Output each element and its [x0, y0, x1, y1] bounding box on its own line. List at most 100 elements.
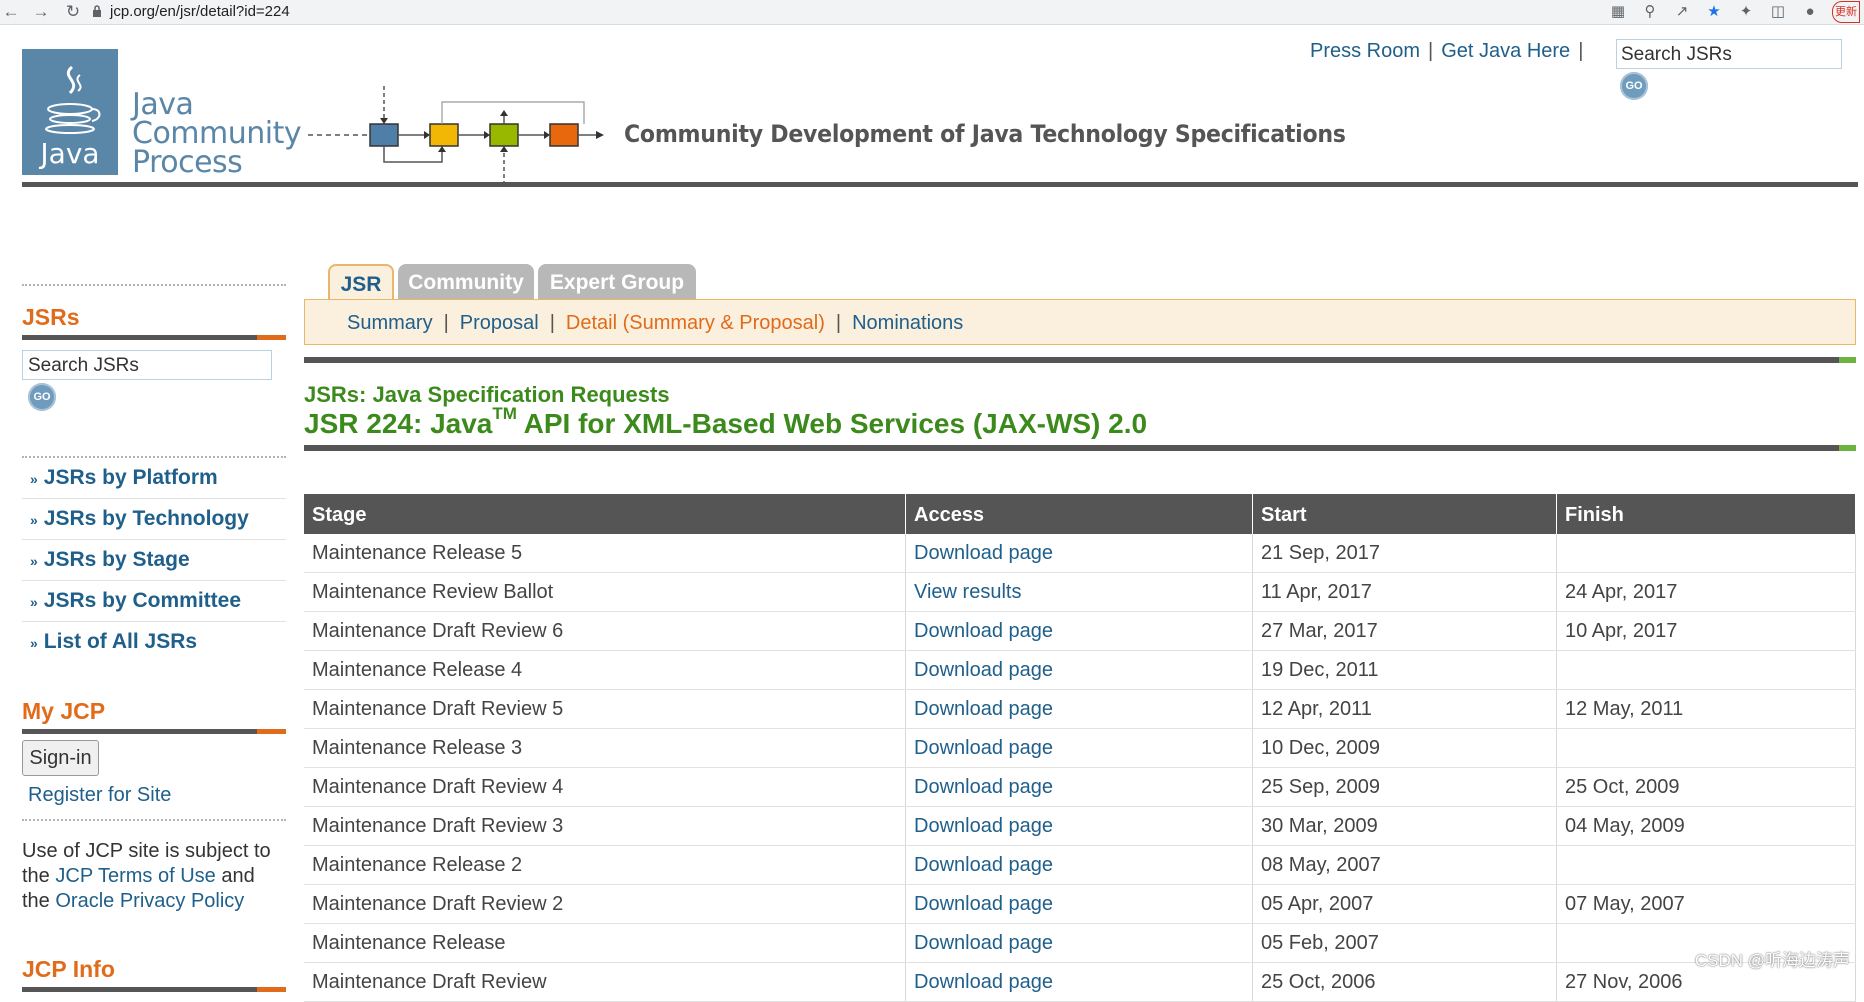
register-link[interactable]: Register for Site: [28, 784, 286, 807]
stage-cell: Maintenance Review Ballot: [304, 572, 906, 612]
nav-jsrs-by-platform[interactable]: » JSRs by Platform: [22, 458, 286, 499]
sidebar-go-button[interactable]: GO: [28, 383, 56, 411]
access-link[interactable]: Download page: [905, 923, 1253, 963]
start-cell: 10 Dec, 2009: [1252, 728, 1557, 768]
start-cell: 25 Oct, 2006: [1252, 962, 1557, 1002]
tab-community[interactable]: Community: [398, 264, 534, 300]
sidepanel-icon[interactable]: ◫: [1768, 2, 1788, 22]
browser-toolbar: ← → ↻ jcp.org/en/jsr/detail?id=224 ▦ ⚲ ↗…: [0, 0, 1864, 25]
double-chevron-icon: »: [30, 553, 38, 569]
subnav-summary[interactable]: Summary: [347, 312, 433, 334]
back-icon[interactable]: ←: [0, 1, 22, 23]
jsr-subnav: Summary | Proposal | Detail (Summary & Propo…: [304, 299, 1856, 345]
finish-cell: [1556, 650, 1856, 690]
access-link[interactable]: Download page: [905, 689, 1253, 729]
signin-button[interactable]: Sign-in: [22, 740, 99, 776]
profile-icon[interactable]: ●: [1800, 2, 1820, 22]
stage-cell: Maintenance Draft Review 6: [304, 611, 906, 651]
zoom-icon[interactable]: ⚲: [1640, 2, 1660, 22]
process-flow-diagram: [308, 86, 604, 182]
double-chevron-icon: »: [30, 635, 38, 651]
header-go-button[interactable]: GO: [1620, 72, 1648, 100]
access-link[interactable]: Download page: [905, 728, 1253, 768]
access-link[interactable]: Download page: [905, 845, 1253, 885]
divider: [22, 284, 286, 286]
update-button[interactable]: 更新: [1832, 1, 1860, 23]
access-link[interactable]: Download page: [905, 962, 1253, 1002]
extensions-icon[interactable]: ✦: [1736, 2, 1756, 22]
section-rule: [22, 729, 286, 734]
header-search-input[interactable]: Search JSRs: [1616, 39, 1842, 69]
stage-cell: Maintenance Draft Review 5: [304, 689, 906, 729]
reload-icon[interactable]: ↻: [62, 1, 84, 23]
start-cell: 11 Apr, 2017: [1252, 572, 1557, 612]
java-cup-icon: Java: [38, 65, 101, 170]
forward-icon[interactable]: →: [30, 1, 52, 23]
nav-jsrs-by-committee[interactable]: » JSRs by Committee: [22, 581, 286, 622]
get-java-link[interactable]: Get Java Here: [1441, 40, 1570, 62]
start-cell: 05 Apr, 2007: [1252, 884, 1557, 924]
finish-cell: 12 May, 2011: [1556, 689, 1856, 729]
double-chevron-icon: »: [30, 594, 38, 610]
start-cell: 08 May, 2007: [1252, 845, 1557, 885]
subnav-detail[interactable]: Detail (Summary & Proposal): [566, 312, 825, 334]
section-rule: [22, 335, 286, 340]
start-cell: 27 Mar, 2017: [1252, 611, 1557, 651]
terms-of-use-link[interactable]: JCP Terms of Use: [55, 865, 215, 887]
access-link[interactable]: Download page: [905, 767, 1253, 807]
subnav-proposal[interactable]: Proposal: [460, 312, 539, 334]
table-row: Maintenance Release 4 Download page 19 Dec…: [304, 650, 1856, 690]
nav-jsrs-by-stage[interactable]: » JSRs by Stage: [22, 540, 286, 581]
section-rule: [22, 987, 286, 992]
jsr-stage-table: Stage Access Start Finish Maintenance Re…: [304, 494, 1856, 1002]
column-header-stage: Stage: [304, 494, 906, 534]
divider: [22, 819, 286, 821]
access-link[interactable]: Download page: [905, 611, 1253, 651]
sidebar-search-input[interactable]: Search JSRs: [22, 350, 272, 380]
finish-cell: 10 Apr, 2017: [1556, 611, 1856, 651]
double-chevron-icon: »: [30, 512, 38, 528]
share-icon[interactable]: ↗: [1672, 2, 1692, 22]
start-cell: 05 Feb, 2007: [1252, 923, 1557, 963]
table-row: Maintenance Draft Review 2 Download page 0…: [304, 884, 1856, 924]
access-link[interactable]: Download page: [905, 884, 1253, 924]
table-header-row: Stage Access Start Finish: [304, 494, 1856, 534]
table-row: Maintenance Review Ballot View results 11 …: [304, 572, 1856, 612]
header-divider: [22, 182, 1858, 187]
access-link[interactable]: Download page: [905, 650, 1253, 690]
address-bar[interactable]: jcp.org/en/jsr/detail?id=224: [110, 2, 290, 22]
table-row: Maintenance Draft Review 6 Download page 2…: [304, 611, 1856, 651]
table-row: Maintenance Draft Review 5 Download page 1…: [304, 689, 1856, 729]
left-sidebar: JSRs Search JSRs GO » JSRs by Platform » J…: [22, 280, 286, 992]
nav-list-of-all-jsrs[interactable]: » List of All JSRs: [22, 622, 286, 662]
stage-cell: Maintenance Draft Review 2: [304, 884, 906, 924]
tab-expert-group[interactable]: Expert Group: [538, 264, 696, 300]
press-room-link[interactable]: Press Room: [1310, 40, 1420, 62]
translate-icon[interactable]: ▦: [1608, 2, 1628, 22]
column-header-finish: Finish: [1556, 494, 1856, 534]
finish-cell: 07 May, 2007: [1556, 884, 1856, 924]
finish-cell: 25 Oct, 2009: [1556, 767, 1856, 807]
finish-cell: 24 Apr, 2017: [1556, 572, 1856, 612]
java-logo[interactable]: Java: [22, 49, 118, 175]
lock-icon: [93, 5, 101, 17]
finish-cell: [1556, 534, 1856, 573]
column-header-start: Start: [1252, 494, 1557, 534]
privacy-policy-link[interactable]: Oracle Privacy Policy: [55, 890, 244, 912]
bookmark-star-icon[interactable]: ★: [1704, 2, 1724, 22]
finish-cell: [1556, 845, 1856, 885]
start-cell: 30 Mar, 2009: [1252, 806, 1557, 846]
table-row: Maintenance Release 5 Download page 21 Sep…: [304, 534, 1856, 573]
access-link[interactable]: View results: [905, 572, 1253, 612]
table-row: Maintenance Release 2 Download page 08 May…: [304, 845, 1856, 885]
access-link[interactable]: Download page: [905, 534, 1253, 573]
tab-jsr[interactable]: JSR: [328, 264, 394, 300]
subnav-nominations[interactable]: Nominations: [852, 312, 963, 334]
nav-jsrs-by-technology[interactable]: » JSRs by Technology: [22, 499, 286, 540]
jsr-nav-list: » JSRs by Platform » JSRs by Technology » J…: [22, 458, 286, 662]
watermark: CSDN @听海边涛声: [1694, 951, 1850, 970]
table-row: Maintenance Release 3 Download page 10 Dec…: [304, 728, 1856, 768]
finish-cell: 04 May, 2009: [1556, 806, 1856, 846]
stage-cell: Maintenance Release 4: [304, 650, 906, 690]
access-link[interactable]: Download page: [905, 806, 1253, 846]
